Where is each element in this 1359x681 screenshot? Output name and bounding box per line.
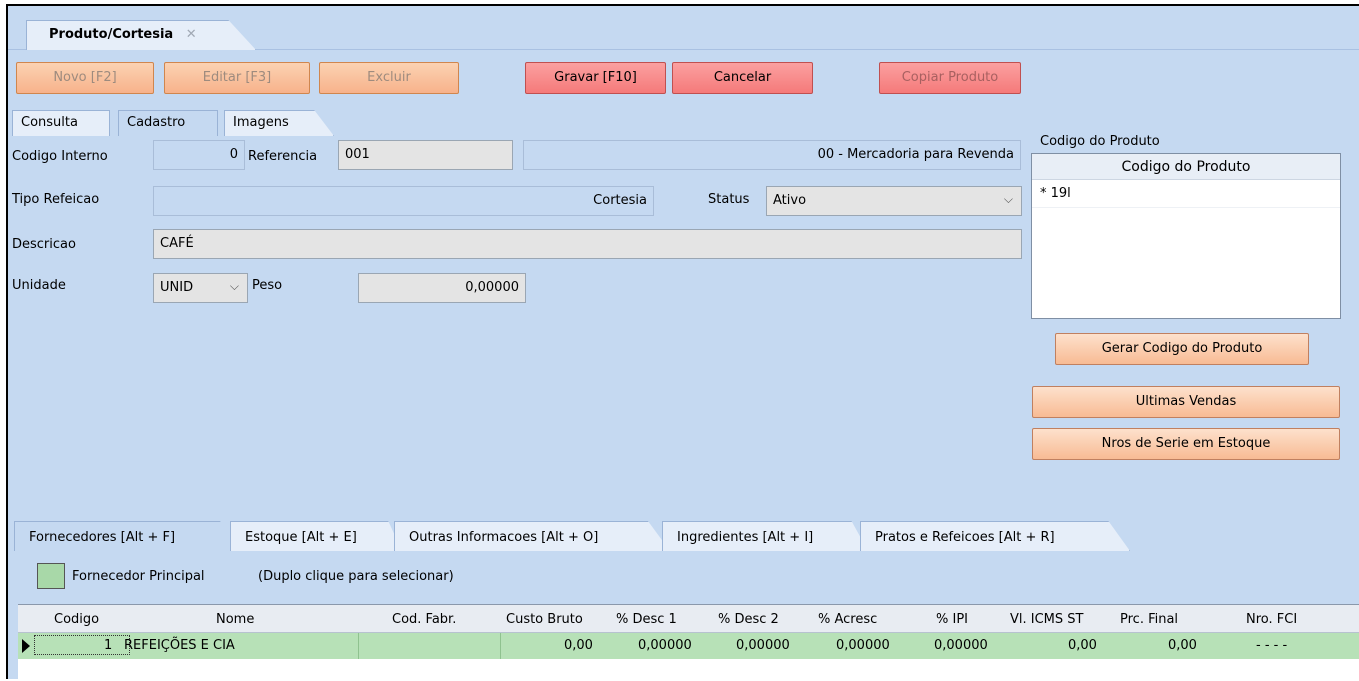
- codigo-produto-header: Codigo do Produto: [1032, 154, 1340, 180]
- peso-label: Peso: [252, 278, 283, 293]
- column-header-cod-fabr[interactable]: Cod. Fabr.: [392, 612, 456, 627]
- cell-custo-bruto[interactable]: 0,00: [564, 638, 593, 653]
- cell-nome[interactable]: REFEIÇÕES E CIA: [124, 638, 235, 653]
- cell-desc1[interactable]: 0,00000: [638, 638, 692, 653]
- peso-input[interactable]: 0,00000: [358, 273, 526, 303]
- list-item[interactable]: * 19l: [1032, 180, 1340, 208]
- document-tab-produto-cortesia[interactable]: Produto/Cortesia ✕: [26, 20, 256, 50]
- unidade-select[interactable]: UNID ⌵: [153, 273, 248, 303]
- tab-imagens[interactable]: Imagens: [224, 110, 334, 136]
- column-header-custo-bruto[interactable]: Custo Bruto: [506, 612, 583, 627]
- status-select[interactable]: Ativo ⌵: [766, 186, 1022, 216]
- close-icon[interactable]: ✕: [186, 27, 197, 42]
- status-value: Ativo: [773, 193, 807, 208]
- codigo-interno-field: 0: [153, 140, 245, 170]
- document-tab-strip: Produto/Cortesia ✕: [8, 6, 1359, 50]
- grid-header: Codigo Nome Cod. Fabr. Custo Bruto % Des…: [18, 605, 1359, 633]
- codigo-interno-label: Codigo Interno: [12, 149, 108, 164]
- column-header-ipi[interactable]: % IPI: [936, 612, 968, 627]
- column-header-codigo[interactable]: Codigo: [54, 612, 99, 627]
- novo-button[interactable]: Novo [F2]: [16, 62, 154, 94]
- tipo-refeicao-field[interactable]: Cortesia: [153, 186, 654, 216]
- product-window: Produto/Cortesia ✕ Novo [F2] Editar [F3]…: [6, 4, 1359, 681]
- chevron-down-icon: ⌵: [229, 279, 239, 293]
- current-row-indicator-icon: [22, 639, 30, 653]
- column-header-icms-st[interactable]: Vl. ICMS ST: [1010, 612, 1083, 627]
- fornecedores-grid[interactable]: Codigo Nome Cod. Fabr. Custo Bruto % Des…: [18, 604, 1359, 681]
- status-label: Status: [708, 192, 750, 207]
- codigo-produto-list[interactable]: Codigo do Produto * 19l: [1031, 153, 1341, 319]
- duplo-clique-hint: (Duplo clique para selecionar): [258, 569, 454, 584]
- cell-ipi[interactable]: 0,00000: [934, 638, 988, 653]
- nros-serie-estoque-button[interactable]: Nros de Serie em Estoque: [1032, 428, 1340, 460]
- tab-ingredientes[interactable]: Ingredientes [Alt + I]: [662, 521, 868, 551]
- excluir-button[interactable]: Excluir: [319, 62, 459, 94]
- tipo-mercadoria-display: 00 - Mercadoria para Revenda: [523, 140, 1021, 170]
- table-row[interactable]: 1 REFEIÇÕES E CIA 0,00 0,00000 0,00000 0…: [18, 633, 1359, 659]
- descricao-input[interactable]: CAFÉ: [153, 229, 1022, 259]
- column-header-desc1[interactable]: % Desc 1: [616, 612, 677, 627]
- column-divider: [500, 633, 501, 659]
- tipo-refeicao-label: Tipo Refeicao: [12, 192, 100, 207]
- tab-fornecedores[interactable]: Fornecedores [Alt + F]: [14, 521, 238, 551]
- cell-nro-fci[interactable]: - - - -: [1256, 638, 1287, 653]
- unidade-value: UNID: [160, 280, 194, 295]
- column-header-nro-fci[interactable]: Nro. FCI: [1246, 612, 1297, 627]
- cell-desc2[interactable]: 0,00000: [736, 638, 790, 653]
- fornecedor-principal-swatch: [37, 563, 65, 589]
- referencia-input[interactable]: 001: [338, 140, 513, 170]
- cell-prc-final[interactable]: 0,00: [1168, 638, 1197, 653]
- document-tab-label: Produto/Cortesia: [49, 27, 174, 42]
- unidade-label: Unidade: [12, 278, 66, 293]
- column-divider: [358, 633, 359, 659]
- chevron-down-icon: ⌵: [1003, 192, 1013, 206]
- new-row-marker: *: [1040, 186, 1047, 201]
- cell-icms-st[interactable]: 0,00: [1068, 638, 1097, 653]
- editar-button[interactable]: Editar [F3]: [164, 62, 310, 94]
- codigo-produto-section-label: Codigo do Produto: [1040, 134, 1160, 149]
- cancelar-button[interactable]: Cancelar: [672, 62, 813, 94]
- cell-codigo[interactable]: 1: [104, 638, 112, 653]
- focus-rectangle: [34, 635, 130, 655]
- ultimas-vendas-button[interactable]: Ultimas Vendas: [1032, 386, 1340, 418]
- referencia-label: Referencia: [248, 149, 318, 164]
- tab-cadastro[interactable]: Cadastro: [118, 110, 218, 136]
- tab-pratos-refeicoes[interactable]: Pratos e Refeicoes [Alt + R]: [860, 521, 1130, 551]
- column-header-desc2[interactable]: % Desc 2: [718, 612, 779, 627]
- descricao-label: Descricao: [12, 237, 76, 252]
- codigo-produto-value: 19l: [1050, 186, 1071, 201]
- fornecedor-principal-label: Fornecedor Principal: [72, 569, 205, 584]
- tab-consulta[interactable]: Consulta: [12, 110, 110, 136]
- copiar-produto-button[interactable]: Copiar Produto: [879, 62, 1021, 94]
- tab-estoque[interactable]: Estoque [Alt + E]: [230, 521, 402, 551]
- tab-outras-informacoes[interactable]: Outras Informacoes [Alt + O]: [394, 521, 670, 551]
- column-header-acresc[interactable]: % Acresc: [818, 612, 877, 627]
- cell-acresc[interactable]: 0,00000: [836, 638, 890, 653]
- column-header-nome[interactable]: Nome: [216, 612, 254, 627]
- column-header-prc-final[interactable]: Prc. Final: [1120, 612, 1178, 627]
- gerar-codigo-produto-button[interactable]: Gerar Codigo do Produto: [1055, 333, 1309, 365]
- gravar-button[interactable]: Gravar [F10]: [525, 62, 666, 94]
